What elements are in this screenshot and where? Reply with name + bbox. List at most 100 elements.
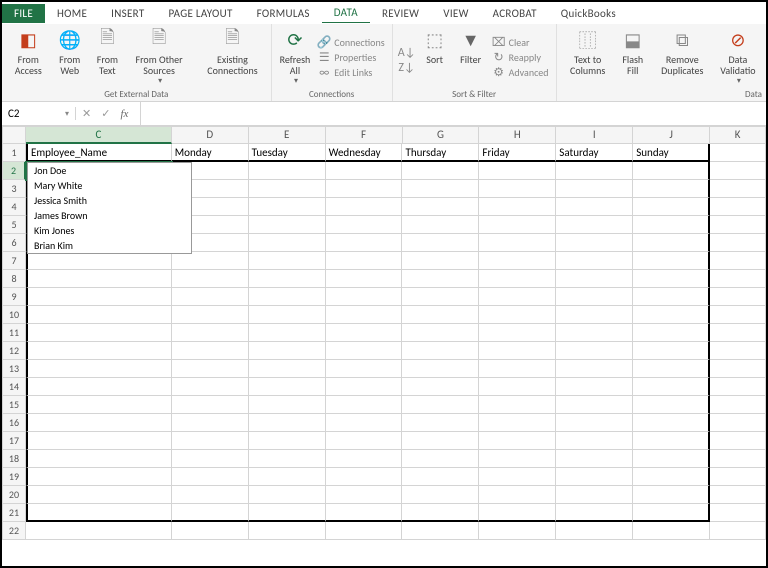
cell-E12[interactable] — [249, 342, 326, 360]
cell-K10[interactable] — [710, 306, 766, 324]
row-header-19[interactable]: 19 — [2, 468, 26, 486]
cell-K4[interactable] — [710, 198, 766, 216]
cell-G8[interactable] — [402, 270, 479, 288]
tab-acrobat[interactable]: ACROBAT — [481, 4, 549, 23]
cell-I3[interactable] — [556, 180, 633, 198]
cell-H8[interactable] — [479, 270, 556, 288]
cell-I20[interactable] — [556, 486, 633, 504]
cell-J13[interactable] — [633, 360, 710, 378]
col-header-G[interactable]: G — [403, 126, 480, 144]
cell-E20[interactable] — [249, 486, 326, 504]
cell-I14[interactable] — [556, 378, 633, 396]
cell-I22[interactable] — [556, 522, 633, 540]
cell-F7[interactable] — [326, 252, 403, 270]
cell-C8[interactable] — [26, 270, 172, 288]
cell-H12[interactable] — [479, 342, 556, 360]
row-header-14[interactable]: 14 — [2, 378, 26, 396]
cell-K1[interactable] — [710, 144, 766, 162]
cell-E19[interactable] — [249, 468, 326, 486]
cell-G19[interactable] — [402, 468, 479, 486]
cell-I9[interactable] — [556, 288, 633, 306]
cell-J1[interactable]: Sunday — [633, 144, 710, 162]
cell-G4[interactable] — [402, 198, 479, 216]
cell-E13[interactable] — [249, 360, 326, 378]
cell-F13[interactable] — [326, 360, 403, 378]
edit-links-button[interactable]: ∞Edit Links — [317, 66, 384, 80]
cell-G18[interactable] — [402, 450, 479, 468]
col-header-H[interactable]: H — [479, 126, 556, 144]
refresh-all-button[interactable]: ⟳Refresh All — [276, 26, 315, 89]
row-header-9[interactable]: 9 — [2, 288, 26, 306]
cell-K2[interactable] — [710, 162, 766, 180]
row-header-7[interactable]: 7 — [2, 252, 26, 270]
row-header-12[interactable]: 12 — [2, 342, 26, 360]
cell-I18[interactable] — [556, 450, 633, 468]
cell-K22[interactable] — [710, 522, 766, 540]
cell-J6[interactable] — [633, 234, 710, 252]
cell-I19[interactable] — [556, 468, 633, 486]
connections-button[interactable]: 🔗Connections — [317, 36, 384, 50]
cell-D19[interactable] — [172, 468, 249, 486]
remove-duplicates-button[interactable]: ⧉Remove Duplicates — [651, 26, 714, 89]
cell-D16[interactable] — [172, 414, 249, 432]
cell-D8[interactable] — [172, 270, 249, 288]
select-all-corner[interactable] — [2, 126, 26, 144]
cell-F1[interactable]: Wednesday — [326, 144, 403, 162]
cell-F11[interactable] — [326, 324, 403, 342]
col-header-F[interactable]: F — [326, 126, 403, 144]
cell-K12[interactable] — [710, 342, 766, 360]
cell-G9[interactable] — [402, 288, 479, 306]
cell-F9[interactable] — [326, 288, 403, 306]
cell-E17[interactable] — [249, 432, 326, 450]
cell-F15[interactable] — [326, 396, 403, 414]
cell-I11[interactable] — [556, 324, 633, 342]
cell-D1[interactable]: Monday — [172, 144, 249, 162]
cell-G15[interactable] — [402, 396, 479, 414]
cell-I15[interactable] — [556, 396, 633, 414]
cell-G6[interactable] — [402, 234, 479, 252]
cell-J18[interactable] — [633, 450, 710, 468]
cell-I17[interactable] — [556, 432, 633, 450]
cell-K8[interactable] — [710, 270, 766, 288]
cell-J3[interactable] — [633, 180, 710, 198]
cell-C21[interactable] — [26, 504, 172, 522]
cell-I6[interactable] — [556, 234, 633, 252]
cell-E8[interactable] — [249, 270, 326, 288]
cell-I16[interactable] — [556, 414, 633, 432]
cell-F4[interactable] — [326, 198, 403, 216]
cell-J15[interactable] — [633, 396, 710, 414]
cell-K16[interactable] — [710, 414, 766, 432]
tab-page-layout[interactable]: PAGE LAYOUT — [156, 4, 244, 23]
cell-G2[interactable] — [402, 162, 479, 180]
cell-G14[interactable] — [402, 378, 479, 396]
cell-G7[interactable] — [402, 252, 479, 270]
cell-K19[interactable] — [710, 468, 766, 486]
cell-F12[interactable] — [326, 342, 403, 360]
cell-F19[interactable] — [326, 468, 403, 486]
cell-I10[interactable] — [556, 306, 633, 324]
row-header-3[interactable]: 3 — [2, 180, 26, 198]
dropdown-option-3[interactable]: James Brown — [28, 208, 191, 223]
cell-H4[interactable] — [479, 198, 556, 216]
name-box[interactable]: C2▾ — [2, 107, 76, 120]
cell-F10[interactable] — [326, 306, 403, 324]
cell-G21[interactable] — [402, 504, 479, 522]
cell-E18[interactable] — [249, 450, 326, 468]
cell-G16[interactable] — [402, 414, 479, 432]
cell-I4[interactable] — [556, 198, 633, 216]
cell-H18[interactable] — [479, 450, 556, 468]
cell-K7[interactable] — [710, 252, 766, 270]
col-header-I[interactable]: I — [556, 126, 633, 144]
cell-J9[interactable] — [633, 288, 710, 306]
cell-H20[interactable] — [479, 486, 556, 504]
filter-button[interactable]: ▼Filter — [453, 26, 489, 89]
cell-H3[interactable] — [479, 180, 556, 198]
cell-C9[interactable] — [26, 288, 172, 306]
cell-K6[interactable] — [710, 234, 766, 252]
cell-K9[interactable] — [710, 288, 766, 306]
cell-K3[interactable] — [710, 180, 766, 198]
row-header-5[interactable]: 5 — [2, 216, 26, 234]
cell-I2[interactable] — [556, 162, 633, 180]
cell-I5[interactable] — [556, 216, 633, 234]
cell-F14[interactable] — [326, 378, 403, 396]
